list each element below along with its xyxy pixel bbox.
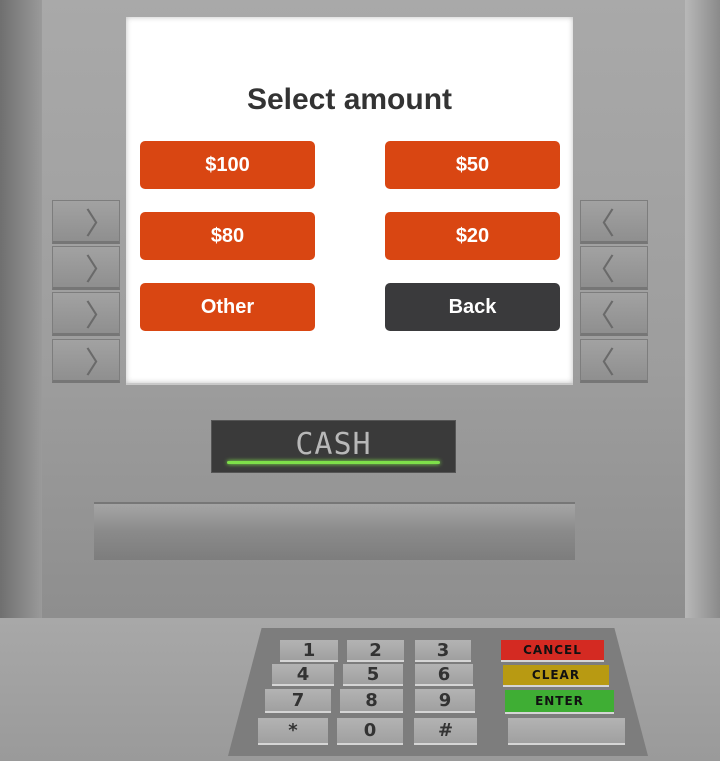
page-title: Select amount — [246, 83, 453, 116]
chevron-left-icon: 〈 — [585, 347, 615, 380]
chevron-left-icon: 〈 — [585, 208, 615, 241]
chevron-right-icon: 〉 — [85, 347, 115, 380]
chevron-right-icon: 〉 — [85, 300, 115, 333]
atm-right-frame — [685, 0, 720, 618]
key-7[interactable]: 7 — [265, 689, 331, 713]
side-button-right-1[interactable]: 〈 — [580, 200, 648, 244]
amount-80-button[interactable]: $80 — [140, 212, 315, 260]
amount-100-button[interactable]: $100 — [140, 141, 315, 189]
amount-20-button[interactable]: $20 — [385, 212, 560, 260]
key-5[interactable]: 5 — [343, 664, 403, 686]
side-button-left-2[interactable]: 〉 — [52, 246, 120, 290]
chevron-right-icon: 〉 — [85, 208, 115, 241]
key-4[interactable]: 4 — [272, 664, 334, 686]
key-3[interactable]: 3 — [415, 640, 471, 662]
key-9[interactable]: 9 — [415, 689, 475, 713]
key-0[interactable]: 0 — [337, 718, 403, 745]
side-button-left-1[interactable]: 〉 — [52, 200, 120, 244]
enter-key[interactable]: ENTER — [505, 690, 614, 714]
side-button-right-4[interactable]: 〈 — [580, 339, 648, 383]
side-button-left-3[interactable]: 〉 — [52, 292, 120, 336]
cash-label: CASH — [295, 427, 372, 462]
key-2[interactable]: 2 — [347, 640, 404, 662]
key-1[interactable]: 1 — [280, 640, 338, 662]
blank-key[interactable] — [508, 718, 625, 745]
cash-slot: CASH — [211, 420, 456, 473]
cancel-key[interactable]: CANCEL — [501, 640, 604, 662]
cash-indicator-light — [227, 461, 440, 464]
atm-left-frame — [0, 0, 42, 618]
clear-key[interactable]: CLEAR — [503, 665, 609, 687]
key-star[interactable]: * — [258, 718, 328, 745]
side-button-left-4[interactable]: 〉 — [52, 339, 120, 383]
back-button[interactable]: Back — [385, 283, 560, 331]
other-amount-button[interactable]: Other — [140, 283, 315, 331]
side-button-right-2[interactable]: 〈 — [580, 246, 648, 290]
chevron-left-icon: 〈 — [585, 254, 615, 287]
key-6[interactable]: 6 — [415, 664, 473, 686]
atm-screen: Select amount $100 $50 $80 $20 Other Bac… — [126, 17, 573, 385]
cash-dispenser — [94, 502, 575, 560]
chevron-right-icon: 〉 — [85, 254, 115, 287]
key-8[interactable]: 8 — [340, 689, 403, 713]
key-hash[interactable]: # — [414, 718, 477, 745]
chevron-left-icon: 〈 — [585, 300, 615, 333]
side-button-right-3[interactable]: 〈 — [580, 292, 648, 336]
amount-50-button[interactable]: $50 — [385, 141, 560, 189]
